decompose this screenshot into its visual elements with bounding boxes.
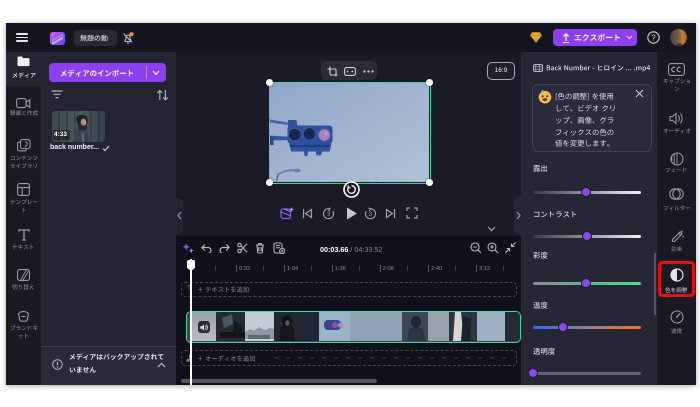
svg-text:?: ? xyxy=(651,33,656,42)
svg-text:3: 3 xyxy=(327,212,331,218)
svg-text:3: 3 xyxy=(369,212,373,218)
